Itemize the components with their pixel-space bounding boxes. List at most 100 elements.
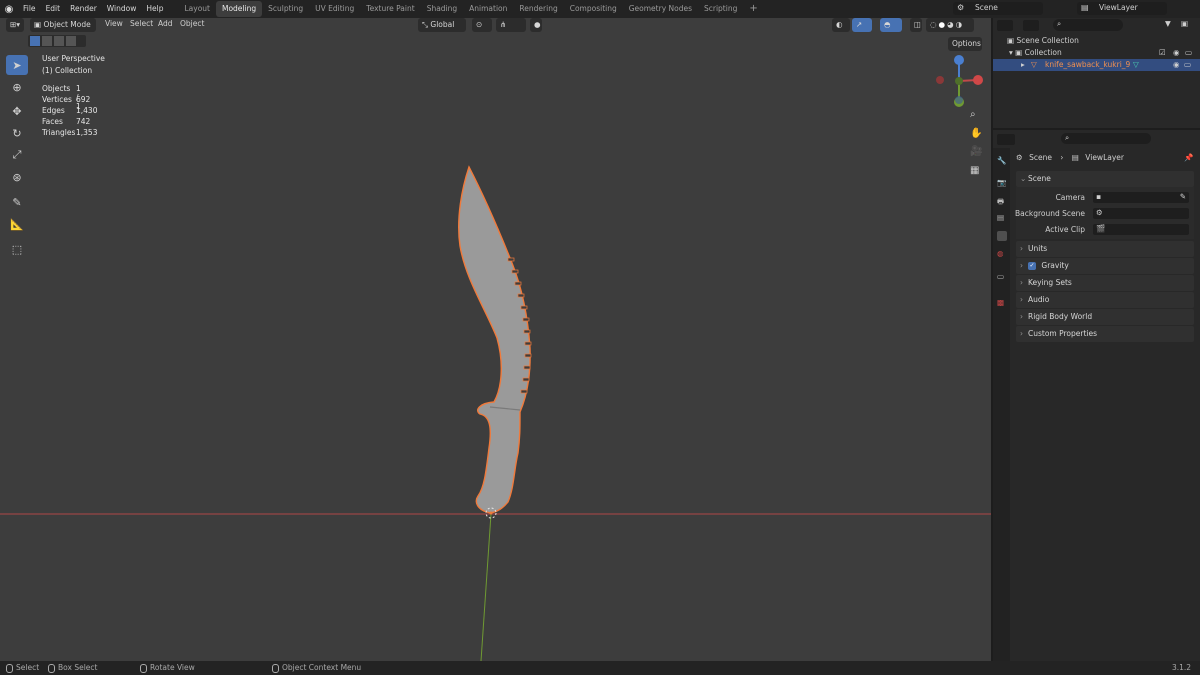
- new-collection-icon[interactable]: ▣: [1181, 19, 1188, 28]
- render-camera-icon[interactable]: ▭: [1185, 48, 1192, 57]
- audio-panel-header[interactable]: › Audio: [1016, 292, 1194, 308]
- menu-file[interactable]: File: [18, 0, 41, 18]
- menu-help[interactable]: Help: [141, 0, 168, 18]
- menu-object[interactable]: Object: [180, 19, 204, 28]
- select-mode-buttons[interactable]: [28, 35, 86, 47]
- outliner-editor-type-button[interactable]: [997, 20, 1013, 31]
- gravity-panel-title: Gravity: [1041, 261, 1069, 270]
- camera-field[interactable]: ▪ ✎: [1093, 192, 1189, 203]
- select-intersect-icon[interactable]: [66, 36, 76, 46]
- rigid-body-world-panel-header[interactable]: › Rigid Body World: [1016, 309, 1194, 325]
- move-tool-icon[interactable]: ✥: [6, 101, 28, 121]
- proportional-edit-icon[interactable]: ●: [530, 18, 542, 32]
- menu-select[interactable]: Select: [130, 19, 153, 28]
- render-tab-icon[interactable]: 📷: [997, 178, 1007, 188]
- outliner-collection-row[interactable]: ▾ ▣ Collection ☑ ◉ ▭: [1009, 48, 1197, 57]
- outliner-scene-collection[interactable]: ▣ Scene Collection: [1007, 36, 1079, 45]
- tab-texture-paint[interactable]: Texture Paint: [360, 1, 420, 17]
- orientation-selector[interactable]: ⤡ Global: [418, 18, 466, 32]
- tab-shading[interactable]: Shading: [421, 1, 463, 17]
- tab-uv-editing[interactable]: UV Editing: [309, 1, 360, 17]
- tab-scripting[interactable]: Scripting: [698, 1, 743, 17]
- status-bar: Select Box Select Rotate View Object Con…: [0, 661, 1200, 675]
- measure-tool-icon[interactable]: 📐: [6, 214, 28, 234]
- menu-window[interactable]: Window: [102, 0, 142, 18]
- checkbox-icon[interactable]: ☑: [1159, 48, 1166, 57]
- custom-properties-panel-header[interactable]: › Custom Properties: [1016, 326, 1194, 342]
- rotate-tool-icon[interactable]: ↻: [6, 123, 28, 143]
- options-button[interactable]: Options: [948, 37, 982, 51]
- tab-animation[interactable]: Animation: [463, 1, 513, 17]
- visibility-icon[interactable]: ◐: [832, 18, 850, 32]
- units-panel-title: Units: [1028, 244, 1048, 253]
- tab-rendering[interactable]: Rendering: [513, 1, 563, 17]
- shading-buttons[interactable]: ◌ ● ◕ ◑: [926, 18, 974, 32]
- background-scene-field[interactable]: ⚙: [1093, 208, 1189, 219]
- chevron-right-icon: ›: [1020, 278, 1023, 287]
- keying-sets-panel-header[interactable]: › Keying Sets: [1016, 275, 1194, 291]
- eyedropper-icon[interactable]: ✎: [1180, 192, 1186, 201]
- active-clip-field[interactable]: 🎬: [1093, 224, 1189, 235]
- filter-icon[interactable]: ▼: [1165, 19, 1171, 28]
- custom-properties-panel-title: Custom Properties: [1028, 329, 1098, 338]
- wireframe-shading-icon[interactable]: ◌: [930, 18, 937, 32]
- tool-tab-icon[interactable]: 🔧: [997, 156, 1007, 166]
- ortho-toggle-icon[interactable]: ▦: [970, 165, 979, 176]
- tab-compositing[interactable]: Compositing: [564, 1, 623, 17]
- pan-icon[interactable]: ✋: [970, 128, 982, 139]
- select-tool-icon[interactable]: ➤: [6, 55, 28, 75]
- rendered-shading-icon[interactable]: ◑: [956, 18, 963, 32]
- scale-tool-icon[interactable]: ⤢: [6, 145, 28, 165]
- units-panel-header[interactable]: › Units: [1016, 241, 1194, 257]
- gravity-checkbox[interactable]: ✓: [1028, 262, 1036, 270]
- material-shading-icon[interactable]: ◕: [947, 18, 954, 32]
- scene-panel-header[interactable]: ⌄ Scene: [1016, 171, 1194, 187]
- pivot-icon[interactable]: ⊙: [472, 18, 492, 32]
- snap-icon[interactable]: ⋔: [496, 18, 526, 32]
- viewlayer-selector[interactable]: ▤ ViewLayer: [1077, 2, 1167, 15]
- add-cube-tool-icon[interactable]: ⬚: [6, 239, 28, 259]
- editor-type-button[interactable]: ⊞▾: [6, 18, 25, 32]
- 3d-viewport[interactable]: ⊞▾ ▣ Object Mode View Select Add Object …: [0, 18, 991, 661]
- world-tab-icon[interactable]: ◍: [997, 249, 1007, 259]
- properties-editor-type-button[interactable]: [997, 134, 1015, 145]
- camera-label: Camera: [1055, 193, 1085, 202]
- gravity-panel-header[interactable]: › ✓ Gravity: [1016, 258, 1194, 274]
- menu-edit[interactable]: Edit: [41, 0, 66, 18]
- gizmo-toggle-icon[interactable]: ↗: [852, 18, 872, 32]
- xray-icon[interactable]: ◫: [910, 18, 922, 32]
- zoom-icon[interactable]: ⌕: [970, 109, 976, 120]
- mode-selector[interactable]: ▣ Object Mode: [30, 18, 96, 32]
- cursor-tool-icon[interactable]: ⊕: [6, 77, 28, 97]
- overlay-toggle-icon[interactable]: ◓: [880, 18, 902, 32]
- version-label: 3.1.2: [1172, 663, 1192, 672]
- collection-tab-icon[interactable]: ▭: [997, 272, 1007, 282]
- visibility-eye-icon[interactable]: ◉: [1173, 48, 1180, 57]
- texture-tab-icon[interactable]: ▩: [997, 298, 1007, 308]
- select-extend-icon[interactable]: [42, 36, 52, 46]
- properties-search-input[interactable]: ⌕: [1061, 133, 1151, 144]
- render-camera-icon[interactable]: ▭: [1184, 60, 1191, 69]
- menu-add[interactable]: Add: [158, 19, 173, 28]
- scene-selector[interactable]: ⚙ Scene: [953, 2, 1043, 15]
- menu-view[interactable]: View: [105, 19, 123, 28]
- select-subtract-icon[interactable]: [54, 36, 64, 46]
- tab-layout[interactable]: Layout: [178, 1, 216, 17]
- select-new-icon[interactable]: [30, 36, 40, 46]
- tab-modeling[interactable]: Modeling: [215, 1, 263, 17]
- display-mode-button[interactable]: [1023, 20, 1039, 31]
- add-workspace-icon[interactable]: +: [743, 1, 763, 17]
- visibility-eye-icon[interactable]: ◉: [1173, 60, 1180, 69]
- outliner-search-input[interactable]: ⌕: [1053, 19, 1123, 31]
- tab-sculpting[interactable]: Sculpting: [262, 1, 309, 17]
- tab-geometry-nodes[interactable]: Geometry Nodes: [623, 1, 698, 17]
- blender-logo-icon[interactable]: ◉: [0, 4, 18, 15]
- transform-tool-icon[interactable]: ⊛: [6, 167, 28, 187]
- scene-icon: ⚙: [957, 3, 965, 12]
- outliner-object-row[interactable]: ▸ ▽ knife_sawback_kukri_9 ▽ ◉ ▭: [993, 59, 1200, 71]
- pin-icon[interactable]: 📌: [1184, 153, 1193, 162]
- camera-view-icon[interactable]: 🎥: [970, 146, 982, 157]
- menu-render[interactable]: Render: [65, 0, 102, 18]
- solid-shading-icon[interactable]: ●: [939, 18, 946, 32]
- annotate-tool-icon[interactable]: ✎: [6, 192, 28, 212]
